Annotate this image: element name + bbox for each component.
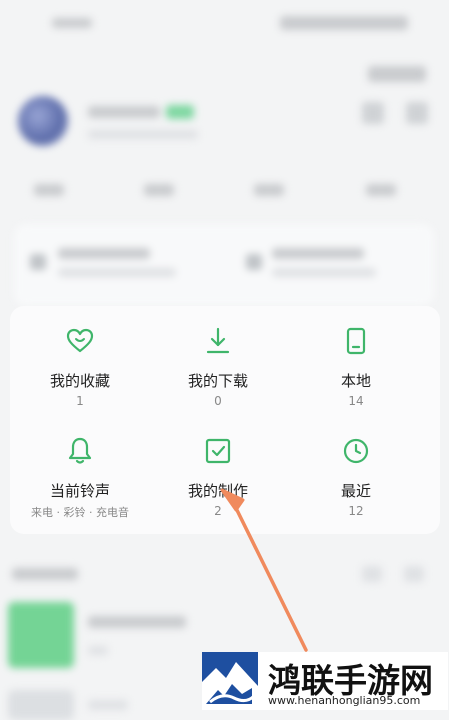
grid-item-my-creations[interactable]: 我的制作 2: [148, 436, 288, 518]
grid-item-recent[interactable]: 最近 12: [286, 436, 426, 518]
clock-icon: [343, 438, 369, 464]
user-name: [88, 106, 160, 118]
grid-item-label: 我的收藏: [49, 372, 110, 390]
feature-icon: [246, 254, 262, 270]
bell-icon: [68, 437, 92, 464]
watermark-logo-icon: [202, 652, 258, 710]
section-action-icon[interactable]: [362, 566, 382, 582]
download-icon: [206, 327, 230, 354]
grid-item-label: 我的制作: [187, 482, 248, 500]
profile-stat[interactable]: [366, 184, 396, 196]
grid-item-count: 2: [214, 504, 222, 518]
watermark-url: www.henanhonglian95.com: [268, 694, 421, 707]
checkbox-icon: [205, 438, 231, 464]
grid-item-ringtone[interactable]: 当前铃声 来电 · 彩铃 · 充电音: [10, 436, 150, 520]
profile-stat[interactable]: [34, 184, 64, 196]
playlist-title[interactable]: [88, 616, 186, 628]
grid-item-downloads[interactable]: 我的下载 0: [148, 326, 288, 408]
feature-subtitle: [58, 268, 176, 277]
profile-action-icon[interactable]: [406, 102, 428, 124]
grid-item-label: 当前铃声: [49, 482, 110, 500]
section-action-icon[interactable]: [404, 566, 424, 582]
feature-card: [14, 224, 434, 306]
section-title: [12, 568, 78, 580]
grid-item-count: 来电 · 彩铃 · 充电音: [31, 506, 129, 519]
grid-item-count: 12: [348, 504, 364, 518]
feature-subtitle: [272, 268, 376, 277]
avatar[interactable]: [18, 96, 68, 146]
profile-action-icon[interactable]: [362, 102, 384, 124]
vip-badge: [166, 105, 194, 119]
grid-item-count: 0: [214, 394, 222, 408]
grid-item-count: 1: [76, 394, 84, 408]
grid-item-local[interactable]: 本地 14: [286, 326, 426, 408]
profile-stat[interactable]: [254, 184, 284, 196]
status-bar-right: [280, 16, 408, 30]
profile-stat[interactable]: [144, 184, 174, 196]
grid-item-label: 本地: [340, 372, 371, 390]
playlist-count: [88, 646, 108, 655]
phone-icon: [346, 327, 366, 355]
feature-title[interactable]: [58, 248, 150, 259]
feature-icon: [30, 254, 46, 270]
feature-title[interactable]: [272, 248, 364, 259]
grid-item-favorites[interactable]: 我的收藏 1: [10, 326, 150, 408]
grid-item-label: 最近: [340, 482, 371, 500]
my-music-grid: 我的收藏 1 我的下载 0 本地 14 当前铃声 来电 · 彩铃 · 充电音 我…: [10, 306, 440, 534]
playlist-thumbnail[interactable]: [8, 602, 74, 668]
playlist-thumbnail[interactable]: [8, 690, 74, 720]
status-bar-left: [52, 18, 92, 28]
playlist-title: [88, 700, 128, 710]
grid-item-count: 14: [348, 394, 364, 408]
user-subtitle: [88, 130, 198, 139]
grid-item-label: 我的下载: [187, 372, 248, 390]
watermark: 鸿联手游网 www.henanhonglian95.com: [202, 652, 448, 710]
heart-icon: [66, 328, 94, 353]
settings-shortcut[interactable]: [368, 66, 426, 82]
